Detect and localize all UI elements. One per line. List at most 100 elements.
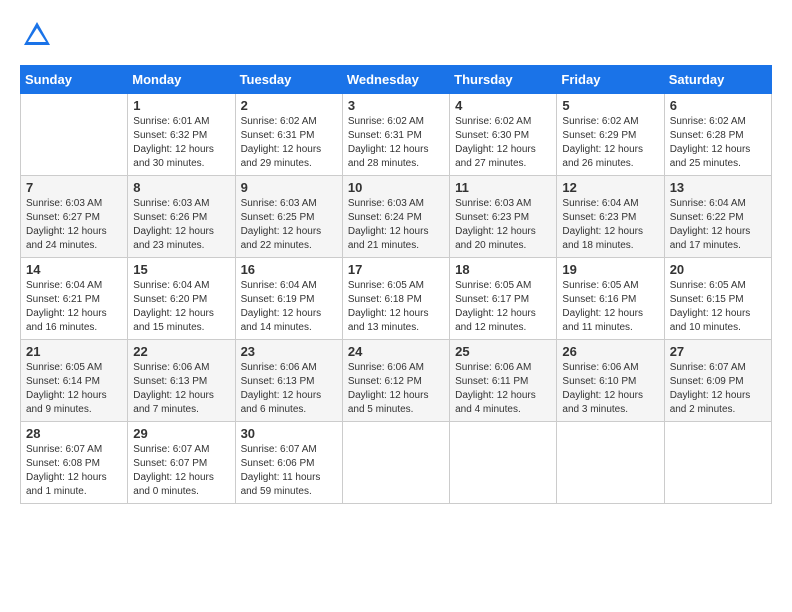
- calendar-cell: [557, 422, 664, 504]
- calendar-table: SundayMondayTuesdayWednesdayThursdayFrid…: [20, 65, 772, 504]
- calendar-cell: 30 Sunrise: 6:07 AMSunset: 6:06 PMDayligh…: [235, 422, 342, 504]
- day-number: 23: [241, 344, 337, 359]
- day-info: Sunrise: 6:03 AMSunset: 6:26 PMDaylight:…: [133, 197, 229, 253]
- day-info: Sunrise: 6:06 AMSunset: 6:11 PMDaylight:…: [455, 361, 551, 417]
- calendar-cell: 7Sunrise: 6:03 AMSunset: 6:27 PMDaylight…: [21, 176, 128, 258]
- day-number: 17: [348, 262, 444, 277]
- calendar-cell: 5 Sunrise: 6:02 AMSunset: 6:29 PMDaylight…: [557, 94, 664, 176]
- day-number: 5: [562, 98, 658, 113]
- day-info: Sunrise: 6:05 AMSunset: 6:17 PMDaylight:…: [455, 279, 551, 335]
- day-info: Sunrise: 6:04 AMSunset: 6:22 PMDaylight:…: [670, 197, 766, 253]
- day-info: Sunrise: 6:03 AMSunset: 6:23 PMDaylight:…: [455, 197, 551, 253]
- day-number: 4: [455, 98, 551, 113]
- calendar-cell: 18 Sunrise: 6:05 AMSunset: 6:17 PMDayligh…: [450, 258, 557, 340]
- calendar-cell: 28 Sunrise: 6:07 AMSunset: 6:08 PMDayligh…: [21, 422, 128, 504]
- day-header-thursday: Thursday: [450, 66, 557, 94]
- day-info: Sunrise: 6:05 AMSunset: 6:14 PMDaylight:…: [26, 361, 122, 417]
- day-number: 30: [241, 426, 337, 441]
- day-number: 26: [562, 344, 658, 359]
- day-info: Sunrise: 6:05 AMSunset: 6:18 PMDaylight:…: [348, 279, 444, 335]
- calendar-cell: 27 Sunrise: 6:07 AMSunset: 6:09 PMDayligh…: [664, 340, 771, 422]
- day-header-saturday: Saturday: [664, 66, 771, 94]
- day-number: 9: [241, 180, 337, 195]
- calendar-cell: 21 Sunrise: 6:05 AMSunset: 6:14 PMDayligh…: [21, 340, 128, 422]
- day-info: Sunrise: 6:02 AMSunset: 6:31 PMDaylight:…: [348, 115, 444, 171]
- day-info: Sunrise: 6:03 AMSunset: 6:27 PMDaylight:…: [26, 197, 122, 253]
- day-number: 14: [26, 262, 122, 277]
- calendar-cell: 24 Sunrise: 6:06 AMSunset: 6:12 PMDayligh…: [342, 340, 449, 422]
- day-number: 13: [670, 180, 766, 195]
- calendar-cell: 23 Sunrise: 6:06 AMSunset: 6:13 PMDayligh…: [235, 340, 342, 422]
- day-info: Sunrise: 6:05 AMSunset: 6:15 PMDaylight:…: [670, 279, 766, 335]
- day-info: Sunrise: 6:04 AMSunset: 6:19 PMDaylight:…: [241, 279, 337, 335]
- day-number: 21: [26, 344, 122, 359]
- logo-icon: [22, 20, 52, 50]
- calendar-cell: [342, 422, 449, 504]
- calendar-header-row: SundayMondayTuesdayWednesdayThursdayFrid…: [21, 66, 772, 94]
- day-info: Sunrise: 6:07 AMSunset: 6:09 PMDaylight:…: [670, 361, 766, 417]
- calendar-cell: 4 Sunrise: 6:02 AMSunset: 6:30 PMDaylight…: [450, 94, 557, 176]
- day-number: 12: [562, 180, 658, 195]
- day-info: Sunrise: 6:07 AMSunset: 6:08 PMDaylight:…: [26, 443, 122, 499]
- day-header-wednesday: Wednesday: [342, 66, 449, 94]
- day-number: 16: [241, 262, 337, 277]
- day-header-friday: Friday: [557, 66, 664, 94]
- logo-text: [20, 20, 52, 55]
- calendar-cell: 26 Sunrise: 6:06 AMSunset: 6:10 PMDayligh…: [557, 340, 664, 422]
- day-info: Sunrise: 6:02 AMSunset: 6:30 PMDaylight:…: [455, 115, 551, 171]
- calendar-cell: 10Sunrise: 6:03 AMSunset: 6:24 PMDayligh…: [342, 176, 449, 258]
- calendar-week-1: 1 Sunrise: 6:01 AMSunset: 6:32 PMDaylight…: [21, 94, 772, 176]
- day-number: 1: [133, 98, 229, 113]
- day-info: Sunrise: 6:03 AMSunset: 6:24 PMDaylight:…: [348, 197, 444, 253]
- calendar-cell: 8Sunrise: 6:03 AMSunset: 6:26 PMDaylight…: [128, 176, 235, 258]
- calendar-cell: 1 Sunrise: 6:01 AMSunset: 6:32 PMDaylight…: [128, 94, 235, 176]
- calendar-cell: 29 Sunrise: 6:07 AMSunset: 6:07 PMDayligh…: [128, 422, 235, 504]
- calendar-cell: 25 Sunrise: 6:06 AMSunset: 6:11 PMDayligh…: [450, 340, 557, 422]
- day-info: Sunrise: 6:05 AMSunset: 6:16 PMDaylight:…: [562, 279, 658, 335]
- calendar-cell: 3 Sunrise: 6:02 AMSunset: 6:31 PMDaylight…: [342, 94, 449, 176]
- day-number: 18: [455, 262, 551, 277]
- calendar-week-5: 28 Sunrise: 6:07 AMSunset: 6:08 PMDayligh…: [21, 422, 772, 504]
- day-number: 11: [455, 180, 551, 195]
- calendar-cell: 22 Sunrise: 6:06 AMSunset: 6:13 PMDayligh…: [128, 340, 235, 422]
- calendar-week-4: 21 Sunrise: 6:05 AMSunset: 6:14 PMDayligh…: [21, 340, 772, 422]
- day-info: Sunrise: 6:01 AMSunset: 6:32 PMDaylight:…: [133, 115, 229, 171]
- day-info: Sunrise: 6:04 AMSunset: 6:20 PMDaylight:…: [133, 279, 229, 335]
- page-header: [20, 20, 772, 55]
- calendar-cell: 11 Sunrise: 6:03 AMSunset: 6:23 PMDayligh…: [450, 176, 557, 258]
- day-number: 25: [455, 344, 551, 359]
- day-info: Sunrise: 6:06 AMSunset: 6:13 PMDaylight:…: [241, 361, 337, 417]
- calendar-cell: 17 Sunrise: 6:05 AMSunset: 6:18 PMDayligh…: [342, 258, 449, 340]
- day-header-sunday: Sunday: [21, 66, 128, 94]
- day-number: 2: [241, 98, 337, 113]
- logo: [20, 20, 52, 55]
- day-number: 27: [670, 344, 766, 359]
- day-number: 24: [348, 344, 444, 359]
- day-info: Sunrise: 6:06 AMSunset: 6:10 PMDaylight:…: [562, 361, 658, 417]
- day-info: Sunrise: 6:06 AMSunset: 6:13 PMDaylight:…: [133, 361, 229, 417]
- day-number: 15: [133, 262, 229, 277]
- day-info: Sunrise: 6:02 AMSunset: 6:31 PMDaylight:…: [241, 115, 337, 171]
- day-info: Sunrise: 6:07 AMSunset: 6:06 PMDaylight:…: [241, 443, 337, 499]
- day-info: Sunrise: 6:04 AMSunset: 6:21 PMDaylight:…: [26, 279, 122, 335]
- calendar-cell: 9Sunrise: 6:03 AMSunset: 6:25 PMDaylight…: [235, 176, 342, 258]
- calendar-cell: 6Sunrise: 6:02 AMSunset: 6:28 PMDaylight…: [664, 94, 771, 176]
- day-header-monday: Monday: [128, 66, 235, 94]
- calendar-cell: 14 Sunrise: 6:04 AMSunset: 6:21 PMDayligh…: [21, 258, 128, 340]
- day-info: Sunrise: 6:04 AMSunset: 6:23 PMDaylight:…: [562, 197, 658, 253]
- calendar-cell: 2 Sunrise: 6:02 AMSunset: 6:31 PMDaylight…: [235, 94, 342, 176]
- calendar-cell: 12 Sunrise: 6:04 AMSunset: 6:23 PMDayligh…: [557, 176, 664, 258]
- calendar-cell: 15 Sunrise: 6:04 AMSunset: 6:20 PMDayligh…: [128, 258, 235, 340]
- day-number: 22: [133, 344, 229, 359]
- day-info: Sunrise: 6:06 AMSunset: 6:12 PMDaylight:…: [348, 361, 444, 417]
- calendar-cell: [450, 422, 557, 504]
- day-number: 3: [348, 98, 444, 113]
- calendar-week-2: 7Sunrise: 6:03 AMSunset: 6:27 PMDaylight…: [21, 176, 772, 258]
- day-number: 19: [562, 262, 658, 277]
- day-info: Sunrise: 6:02 AMSunset: 6:29 PMDaylight:…: [562, 115, 658, 171]
- day-number: 29: [133, 426, 229, 441]
- calendar-cell: 19 Sunrise: 6:05 AMSunset: 6:16 PMDayligh…: [557, 258, 664, 340]
- calendar-cell: [21, 94, 128, 176]
- day-number: 28: [26, 426, 122, 441]
- day-info: Sunrise: 6:07 AMSunset: 6:07 PMDaylight:…: [133, 443, 229, 499]
